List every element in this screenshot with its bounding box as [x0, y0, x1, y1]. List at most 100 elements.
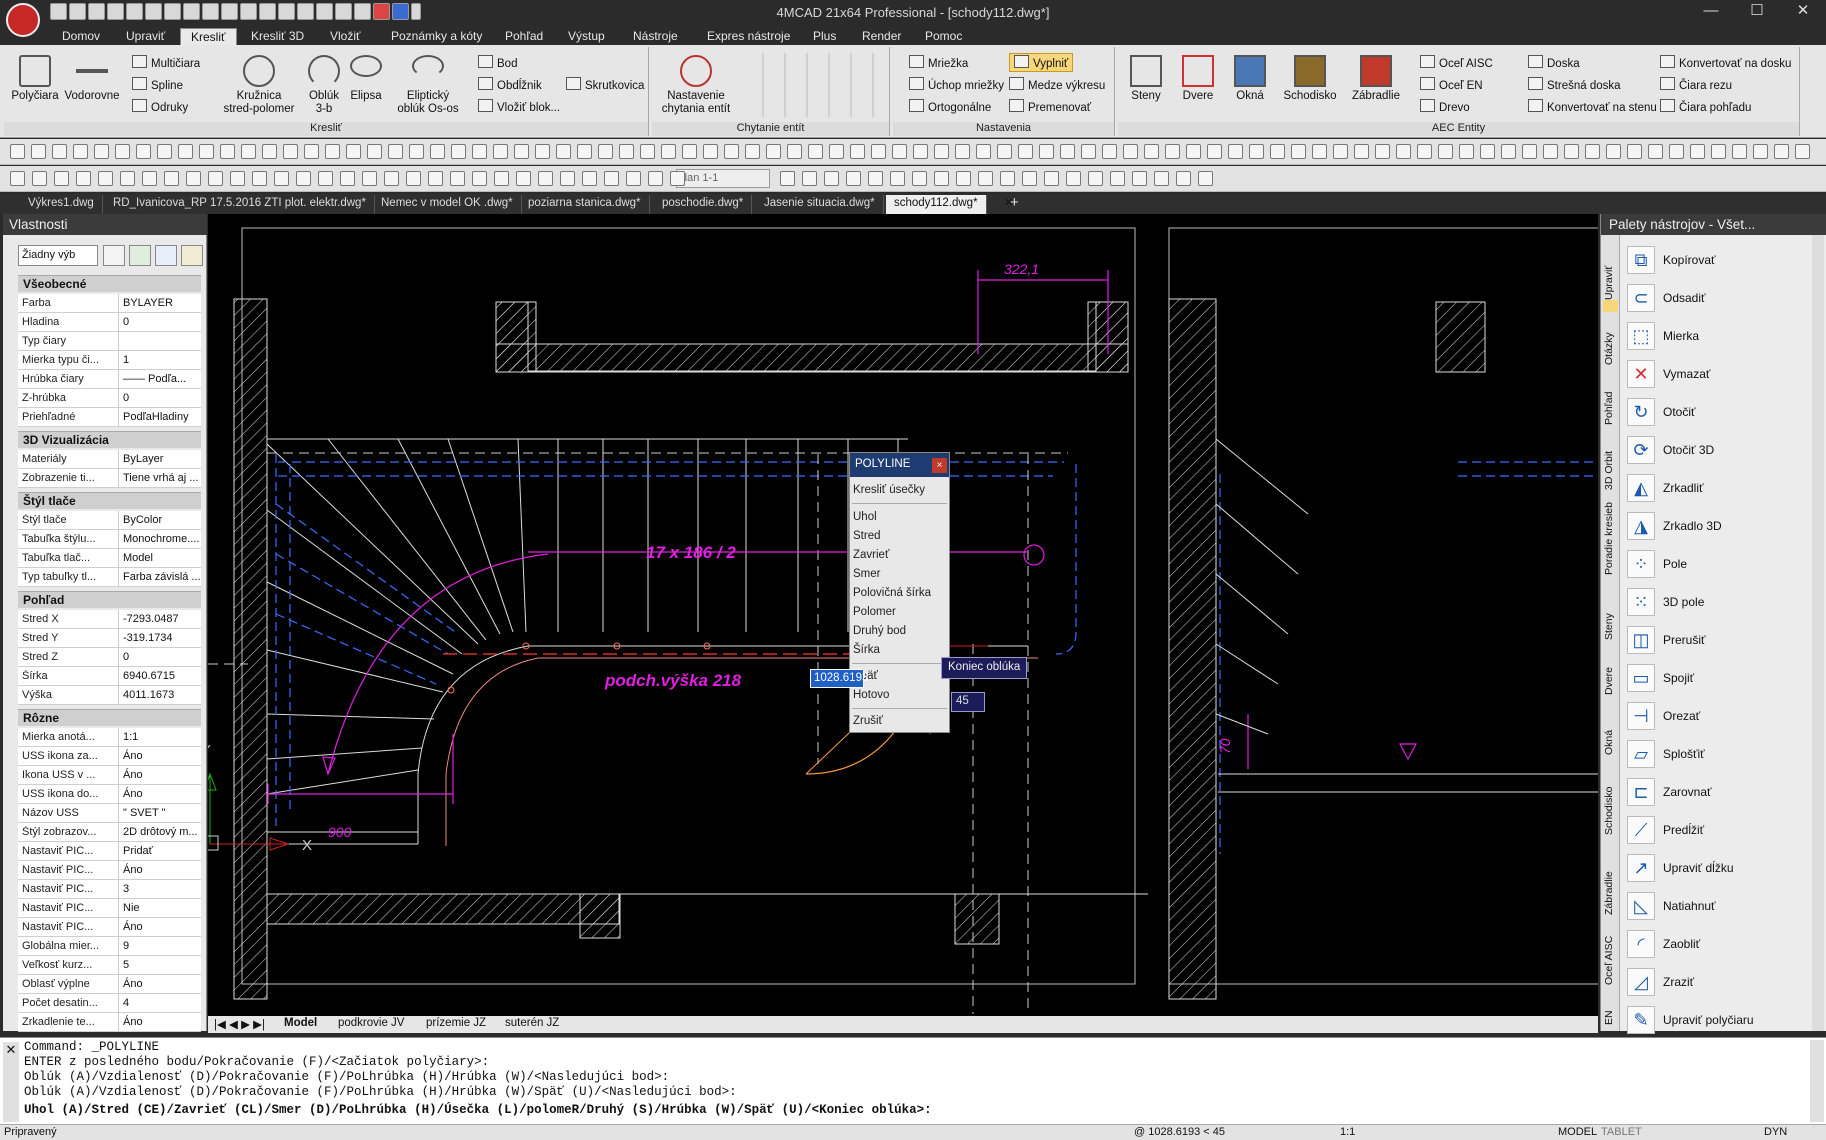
medze-vykresu-button[interactable]: Medze výkresu	[1009, 77, 1105, 92]
doc-tab[interactable]: poziarna stanica.dwg*	[520, 195, 650, 214]
property-value[interactable]: 1	[118, 351, 201, 370]
toolbar-button-icon[interactable]	[802, 171, 817, 186]
zabradlie-button[interactable]: Zábradlie	[1346, 55, 1406, 103]
toolbar-button-icon[interactable]	[450, 171, 465, 186]
toolbar-button-icon[interactable]	[406, 171, 421, 186]
dyn-input-distance[interactable]: 1028.6193	[810, 669, 868, 688]
toolbar-button-icon[interactable]	[199, 144, 214, 159]
toolbar-button-icon[interactable]	[1501, 144, 1516, 159]
toolbar-button-icon[interactable]	[846, 171, 861, 186]
filter-icon[interactable]	[181, 245, 203, 266]
toolbar-button-icon[interactable]	[208, 171, 223, 186]
ocel-aisc-button[interactable]: Oceľ AISC	[1420, 55, 1493, 70]
toolbar-button-icon[interactable]	[10, 144, 25, 159]
property-row[interactable]: Zrkadlenie te... Áno	[18, 1013, 201, 1032]
toolbar-button-icon[interactable]	[640, 144, 655, 159]
property-value[interactable]	[118, 332, 201, 351]
dyn-toggle[interactable]: DYN	[1764, 1126, 1787, 1138]
property-value[interactable]: 0	[118, 648, 201, 667]
toolbar-button-icon[interactable]	[32, 171, 47, 186]
skrutkovica-button[interactable]: Skrutkovica	[566, 77, 644, 92]
property-row[interactable]: Stred X -7293.0487	[18, 610, 201, 629]
toolbar-button-icon[interactable]	[1480, 144, 1495, 159]
toolbar-button-icon[interactable]	[582, 171, 597, 186]
layout-nav-icons[interactable]: |◀ ◀ ▶ ▶|	[214, 1017, 265, 1031]
toolbar-button-icon[interactable]	[1753, 144, 1768, 159]
vlozit-blok-button[interactable]: Vložiť blok...	[478, 99, 560, 114]
selection-combo[interactable]: Žiadny výb	[18, 245, 98, 266]
property-value[interactable]: Pridať	[118, 842, 201, 861]
toolbar-button-icon[interactable]	[560, 171, 575, 186]
spline-button[interactable]: Spline	[132, 77, 183, 92]
toolbar-button-icon[interactable]	[346, 144, 361, 159]
property-section[interactable]: Štýl tlače	[18, 492, 201, 509]
palette-item[interactable]: ⊏ Zarovnať	[1627, 778, 1817, 808]
toolbar-button-icon[interactable]	[52, 144, 67, 159]
palette-item[interactable]: ⧉ Kopírovať	[1627, 246, 1817, 276]
toolbar-button-icon[interactable]	[472, 144, 487, 159]
property-value[interactable]: Model	[118, 549, 201, 568]
property-row[interactable]: Oblasť výplne Áno	[18, 975, 201, 994]
command-prompt[interactable]: Uhol (A)/Stred (CE)/Zavrieť (CL)/Smer (D…	[24, 1103, 932, 1117]
toolbar-button-icon[interactable]	[1606, 144, 1621, 159]
konvertovat-na-dosku-button[interactable]: Konvertovať na dosku	[1660, 55, 1791, 70]
toolbar-button-icon[interactable]	[325, 144, 340, 159]
palette-item[interactable]: ▭ Spojiť	[1627, 664, 1817, 694]
menu-item-zrusit[interactable]: Zrušiť	[853, 715, 883, 727]
toolbar-button-icon[interactable]	[829, 144, 844, 159]
property-value[interactable]: 3	[118, 880, 201, 899]
toolbar-button-icon[interactable]	[1774, 144, 1789, 159]
toolbar-button-icon[interactable]	[703, 144, 718, 159]
toolbar-button-icon[interactable]	[1088, 171, 1103, 186]
toolbar-button-icon[interactable]	[824, 171, 839, 186]
mriezka-button[interactable]: Mriežka	[909, 55, 968, 70]
multiciara-button[interactable]: Multičiara	[132, 55, 200, 70]
elipsa-button[interactable]: Elipsa	[346, 55, 386, 103]
bod-button[interactable]: Bod	[478, 55, 517, 70]
tab-domov[interactable]: Domov	[52, 28, 110, 46]
toolbar-button-icon[interactable]	[598, 144, 613, 159]
toolbar-button-icon[interactable]	[780, 171, 795, 186]
toolbar-button-icon[interactable]	[1249, 144, 1264, 159]
toolbar-button-icon[interactable]	[556, 144, 571, 159]
toolbar-button-icon[interactable]	[619, 144, 634, 159]
menu-item-druhy-bod[interactable]: Druhý bod	[853, 625, 906, 637]
toolbar-button-icon[interactable]	[252, 171, 267, 186]
menu-item-sirka[interactable]: Šírka	[853, 644, 880, 656]
tab-pomoc[interactable]: Pomoc	[915, 28, 972, 46]
toolbar-button-icon[interactable]	[1123, 144, 1138, 159]
toolbar-button-icon[interactable]	[494, 171, 509, 186]
toolbar-button-icon[interactable]	[1396, 144, 1411, 159]
toolbar-button-icon[interactable]	[892, 144, 907, 159]
menu-item-zavriet[interactable]: Zavrieť	[853, 549, 889, 561]
drevo-button[interactable]: Drevo	[1420, 99, 1470, 114]
okna-button[interactable]: Okná	[1228, 55, 1272, 103]
toolbar-button-icon[interactable]	[1186, 144, 1201, 159]
property-row[interactable]: Typ tabuľky tl... Farba závislá ...	[18, 568, 201, 587]
toolbar-button-icon[interactable]	[1354, 144, 1369, 159]
property-row[interactable]: Zobrazenie ti... Tiene vrhá aj ...	[18, 469, 201, 488]
palette-item[interactable]: ⬚ Mierka	[1627, 322, 1817, 352]
property-row[interactable]: Štýl tlače ByColor	[18, 511, 201, 530]
toolbar-button-icon[interactable]	[1018, 144, 1033, 159]
toolbar-button-icon[interactable]	[1060, 144, 1075, 159]
toolbar-button-icon[interactable]	[1228, 144, 1243, 159]
palette-vtab[interactable]: Poradie kresieb	[1603, 502, 1618, 587]
toolbar-button-icon[interactable]	[514, 144, 529, 159]
schodisko-button[interactable]: Schodisko	[1280, 55, 1340, 103]
toolbar-button-icon[interactable]	[538, 171, 553, 186]
toolbar-button-icon[interactable]	[787, 144, 802, 159]
app-logo-icon[interactable]	[6, 3, 40, 37]
palette-item[interactable]: ▱ Splošťiť	[1627, 740, 1817, 770]
tab-kreslit[interactable]: Kresliť	[180, 28, 237, 46]
obluk-button[interactable]: Oblúk 3-b	[304, 55, 344, 116]
tab-render[interactable]: Render	[852, 28, 911, 46]
toolbar-button-icon[interactable]	[1165, 144, 1180, 159]
property-value[interactable]: 2D drôtový m...	[118, 823, 201, 842]
toolbar-button-icon[interactable]	[73, 144, 88, 159]
vodorovne-button[interactable]: Vodorovne	[62, 55, 122, 103]
layout-tab[interactable]: suterén JZ	[505, 1017, 559, 1029]
toolbar-button-icon[interactable]	[535, 144, 550, 159]
toolbar-button-icon[interactable]	[670, 171, 685, 186]
toolbar-button-icon[interactable]	[186, 171, 201, 186]
